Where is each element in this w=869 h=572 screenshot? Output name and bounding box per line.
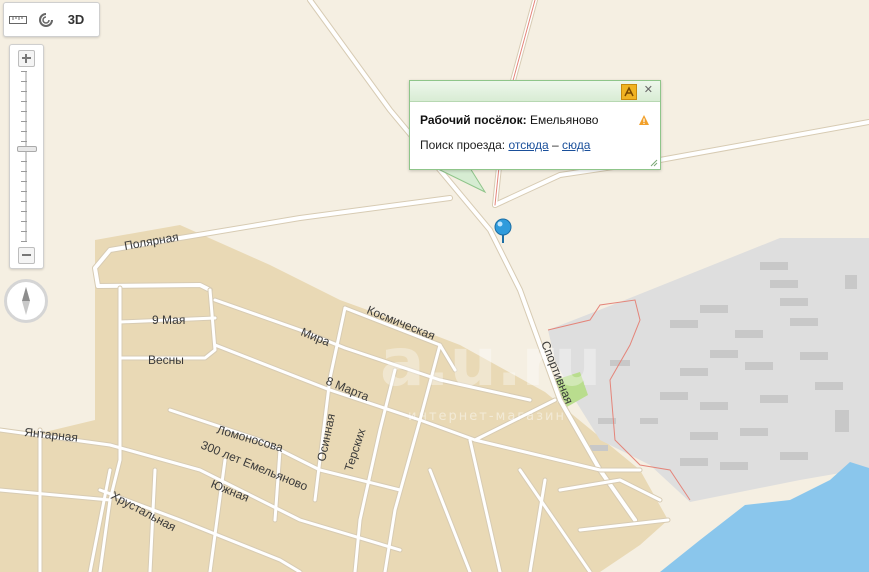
route-from-link[interactable]: отсюда bbox=[508, 138, 548, 152]
ruler-icon[interactable] bbox=[4, 5, 32, 35]
street-label-9-maya: 9 Мая bbox=[152, 313, 185, 327]
close-icon[interactable]: ✕ bbox=[644, 83, 653, 96]
zoom-tick bbox=[21, 231, 27, 232]
zoom-tick bbox=[21, 101, 27, 102]
street-label-vesny: Весны bbox=[148, 353, 184, 367]
route-icon[interactable] bbox=[621, 84, 637, 100]
route-search: Поиск проезда: отсюда – сюда bbox=[420, 138, 590, 152]
zoom-tick bbox=[21, 181, 27, 182]
zoom-tick bbox=[21, 201, 27, 202]
resize-grip-icon[interactable] bbox=[650, 159, 658, 167]
minus-icon[interactable] bbox=[18, 247, 35, 264]
zoom-tick bbox=[21, 111, 27, 112]
zoom-tick bbox=[21, 171, 27, 172]
zoom-tick bbox=[21, 241, 27, 242]
zoom-tick bbox=[21, 121, 27, 122]
zoom-tick bbox=[21, 141, 27, 142]
zoom-track[interactable] bbox=[25, 71, 27, 241]
zoom-slider-thumb[interactable] bbox=[17, 145, 37, 152]
compass-icon[interactable] bbox=[4, 279, 48, 323]
zoom-tick bbox=[21, 131, 27, 132]
balloon-title: Рабочий посёлок: Емельяново bbox=[420, 113, 598, 127]
zoom-tick bbox=[21, 71, 27, 72]
zoom-tick bbox=[21, 211, 27, 212]
place-name: Емельяново bbox=[529, 113, 599, 127]
map-toolbar: 3D bbox=[3, 2, 100, 37]
zoom-tick bbox=[21, 161, 27, 162]
warning-icon[interactable] bbox=[638, 113, 650, 125]
route-prefix: Поиск проезда: bbox=[420, 138, 506, 152]
balloon-header: ✕ bbox=[410, 81, 660, 102]
3d-toggle-button[interactable]: 3D bbox=[60, 5, 92, 35]
zoom-tick bbox=[21, 81, 27, 82]
zoom-tick bbox=[21, 91, 27, 92]
route-separator: – bbox=[551, 138, 559, 152]
plus-icon[interactable] bbox=[18, 50, 35, 67]
watermark-subtext: интернет-магазин bbox=[408, 409, 566, 424]
route-to-link[interactable]: сюда bbox=[562, 138, 590, 152]
zoom-tick bbox=[21, 221, 27, 222]
place-balloon: ✕ Рабочий посёлок: Емельяново Поиск прое… bbox=[409, 80, 661, 170]
zoom-tick bbox=[21, 191, 27, 192]
place-type: Рабочий посёлок: bbox=[420, 113, 527, 127]
traffic-icon[interactable] bbox=[32, 5, 60, 35]
zoom-control bbox=[9, 44, 44, 269]
